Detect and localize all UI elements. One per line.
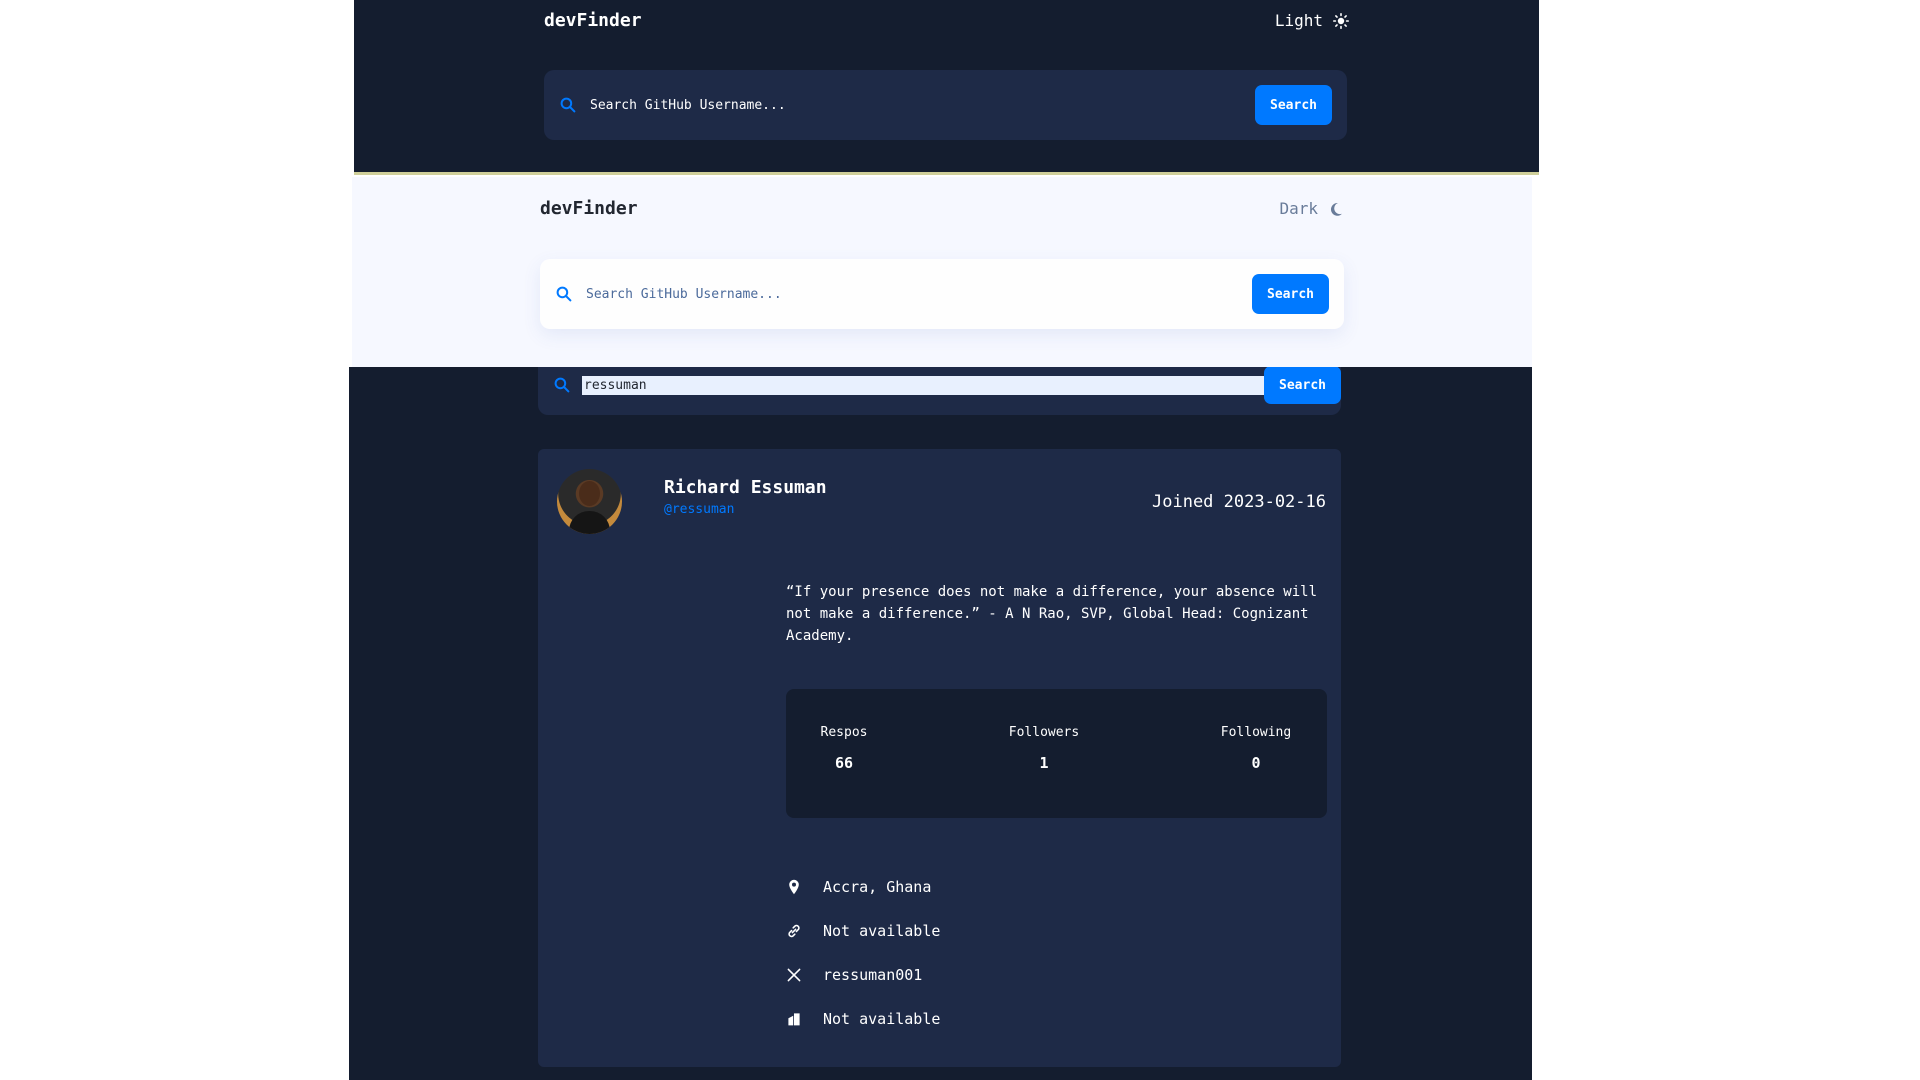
twitter-text[interactable]: ressuman001 [823, 966, 922, 984]
twitter-row: ressuman001 [786, 953, 940, 997]
company-row: Not available [786, 997, 940, 1041]
stat-following: Following 0 [1211, 725, 1301, 772]
profile-name: Richard Essuman [664, 477, 827, 498]
stat-value: 0 [1251, 754, 1261, 772]
theme-toggle-label: Dark [1279, 199, 1318, 218]
moon-icon [1330, 202, 1342, 216]
app-logo: devFinder [544, 10, 642, 31]
search-bar: Search [538, 367, 1341, 415]
light-theme-preview: devFinder Dark Search [352, 177, 1532, 367]
search-input[interactable] [588, 96, 1255, 114]
x-twitter-icon [787, 968, 801, 982]
app-logo: devFinder [540, 198, 638, 219]
stat-label: Following [1220, 725, 1292, 740]
company-text: Not available [823, 1010, 941, 1028]
avatar [557, 469, 622, 534]
dark-theme-preview: devFinder Light Search [354, 0, 1539, 175]
search-button[interactable]: Search [1252, 274, 1329, 314]
theme-toggle[interactable]: Dark [1279, 199, 1344, 218]
search-input[interactable] [584, 285, 1252, 303]
profile-result-preview: Search Richard Essuman @ressuman Joined … [349, 367, 1532, 1080]
profile-card: Richard Essuman @ressuman Joined 2023-02… [538, 449, 1341, 1067]
joined-date: Joined 2023-02-16 [1152, 492, 1326, 512]
search-icon [554, 377, 570, 393]
company-building-icon [788, 1013, 800, 1026]
theme-toggle-label: Light [1274, 11, 1323, 30]
sun-icon [1333, 12, 1349, 29]
search-icon [560, 97, 576, 113]
location-row: Accra, Ghana [786, 865, 940, 909]
website-row: Not available [786, 909, 940, 953]
search-icon [556, 286, 572, 302]
stat-value: 1 [1039, 754, 1049, 772]
search-bar: Search [540, 259, 1344, 329]
stat-followers: Followers 1 [999, 725, 1089, 772]
stat-repos: Respos 66 [804, 725, 884, 772]
profile-links: Accra, Ghana Not available ressuman001 N… [786, 865, 940, 1041]
search-bar: Search [544, 70, 1347, 140]
location-text: Accra, Ghana [823, 878, 932, 896]
search-button[interactable]: Search [1264, 367, 1341, 404]
search-button[interactable]: Search [1255, 85, 1332, 125]
search-input[interactable] [582, 375, 1264, 395]
stats-box: Respos 66 Followers 1 Following 0 [786, 689, 1327, 818]
location-pin-icon [789, 879, 799, 895]
profile-login-link[interactable]: @ressuman [664, 502, 734, 517]
website-text: Not available [823, 922, 941, 940]
stat-value: 66 [834, 754, 854, 772]
profile-bio: “If your presence does not make a differ… [786, 584, 1318, 644]
link-icon [788, 924, 800, 938]
theme-toggle[interactable]: Light [1275, 11, 1349, 30]
stat-label: Followers [1008, 725, 1080, 740]
stat-label: Respos [820, 725, 868, 740]
